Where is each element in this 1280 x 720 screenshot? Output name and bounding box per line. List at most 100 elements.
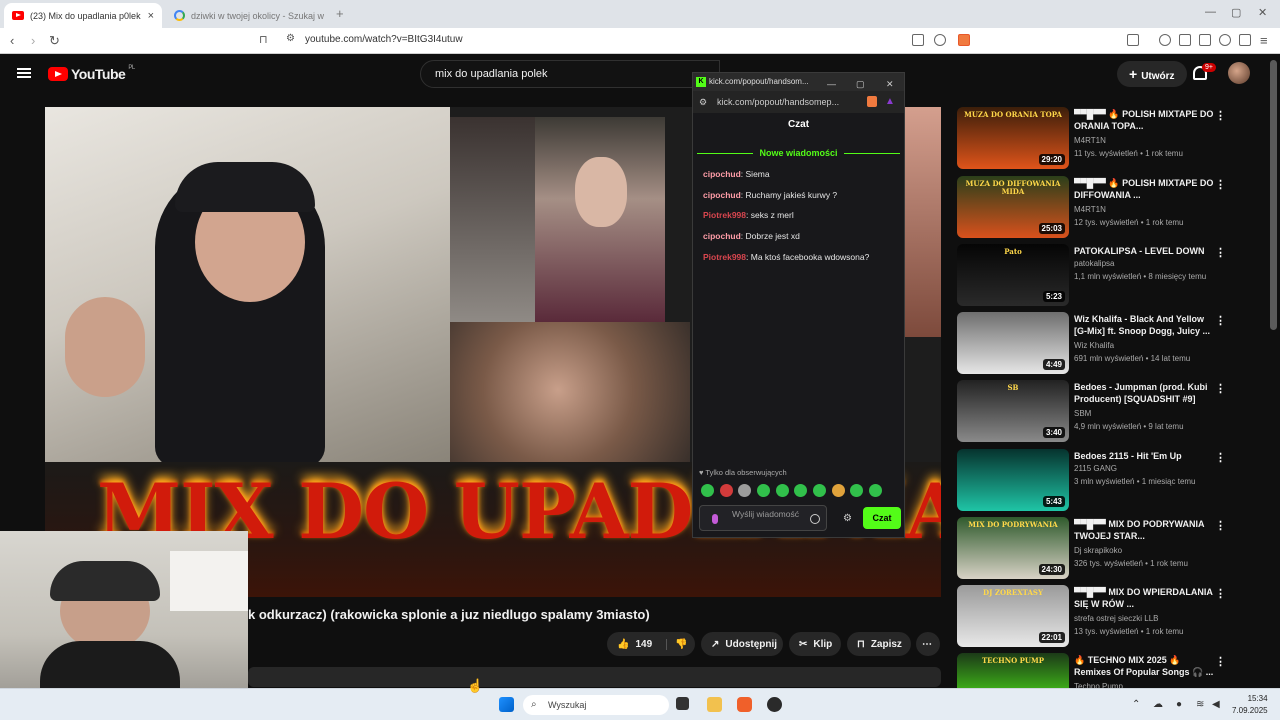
music-icon[interactable] — [1159, 34, 1171, 46]
app-icon[interactable] — [767, 697, 782, 712]
tab-youtube[interactable]: (23) Mix do upadlania p0lek × — [4, 3, 162, 28]
emote-icon[interactable] — [869, 484, 882, 497]
taskbar-search[interactable]: ⌕ Wyszukaj — [523, 695, 669, 715]
video-thumbnail[interactable]: SB 3:40 — [957, 380, 1069, 442]
emote-icon[interactable] — [832, 484, 845, 497]
emote-icon[interactable] — [757, 484, 770, 497]
save-button[interactable]: ⊓ Zapisz — [847, 632, 911, 656]
microphone-icon[interactable]: ● — [1176, 699, 1182, 710]
windows-start-icon[interactable] — [499, 697, 514, 712]
site-settings-icon[interactable]: ⚙ — [699, 91, 707, 113]
recommendation-title[interactable]: Wiz Khalifa - Black And Yellow [G-Mix] f… — [1074, 313, 1214, 337]
recommendation-item[interactable]: DJ ZOREXTASY 22:01 ▀▀█▀▀ MIX DO WPIERDALAN… — [957, 585, 1257, 649]
video-thumbnail[interactable]: MUZA DO ORANIA TOPA 29:20 — [957, 107, 1069, 169]
more-vertical-icon[interactable]: ⋮ — [1215, 519, 1226, 532]
youtube-logo[interactable]: YouTube PL — [48, 65, 135, 82]
recommendation-item[interactable]: Pato 5:23 PATOKALIPSA - LEVEL DOWN patokali… — [957, 244, 1257, 308]
channel-name[interactable]: M4RT1N — [1074, 205, 1106, 214]
emote-icon[interactable] — [776, 484, 789, 497]
video-thumbnail[interactable]: 4:49 — [957, 312, 1069, 374]
recommendation-title[interactable]: ▀▀█▀▀ 🔥 POLISH MIXTAPE DO ORANIA TOPA... — [1074, 108, 1214, 132]
chat-username[interactable]: Piotrek998 — [703, 252, 746, 262]
emote-icon[interactable] — [813, 484, 826, 497]
video-thumbnail[interactable]: DJ ZOREXTASY 22:01 — [957, 585, 1069, 647]
rewards-icon[interactable]: ▲ — [885, 91, 895, 113]
recommendation-item[interactable]: 4:49 Wiz Khalifa - Black And Yellow [G-Mi… — [957, 312, 1257, 376]
more-actions-button[interactable]: ⋯ — [916, 632, 940, 656]
recommendation-item[interactable]: MUZA DO DIFFOWANIA MIDA 25:03 ▀▀█▀▀ 🔥 POLI… — [957, 176, 1257, 240]
tab-google[interactable]: dziwki w twojej okolicy - Szukaj w G... … — [166, 3, 326, 28]
menu-icon[interactable]: ≡ — [1260, 33, 1268, 48]
channel-name[interactable]: Dj skrapikoko — [1074, 546, 1122, 555]
taskbar-clock[interactable]: 15:34 7.09.2025 — [1232, 693, 1268, 717]
onedrive-icon[interactable]: ☁ — [1153, 699, 1163, 710]
description-box[interactable] — [248, 667, 941, 687]
like-dislike-button[interactable]: 👍 149 👎 — [607, 632, 695, 656]
reader-icon[interactable] — [1127, 34, 1139, 46]
page-scrollbar[interactable] — [1270, 60, 1277, 330]
avatar[interactable] — [1228, 62, 1250, 84]
more-vertical-icon[interactable]: ⋮ — [1215, 451, 1226, 464]
minimize-icon[interactable]: — — [1205, 6, 1216, 18]
more-vertical-icon[interactable]: ⋮ — [1215, 178, 1226, 191]
recommendation-item[interactable]: MIX DO PODRYWANIA 24:30 ▀▀█▀▀ MIX DO PODRY… — [957, 517, 1257, 581]
more-vertical-icon[interactable]: ⋮ — [1215, 382, 1226, 395]
chat-username[interactable]: Piotrek998 — [703, 210, 746, 220]
chat-settings-gear-icon[interactable]: ⚙ — [843, 513, 852, 524]
more-vertical-icon[interactable]: ⋮ — [1215, 655, 1226, 668]
video-thumbnail[interactable]: 5:43 — [957, 449, 1069, 511]
emoji-picker-icon[interactable] — [810, 514, 820, 524]
recommendation-title[interactable]: 🔥 TECHNO MIX 2025 🔥 Remixes Of Popular S… — [1074, 654, 1214, 678]
forward-icon[interactable]: › — [31, 33, 35, 48]
sidebar-icon[interactable] — [1179, 34, 1191, 46]
emote-icon[interactable] — [794, 484, 807, 497]
video-thumbnail[interactable]: MUZA DO DIFFOWANIA MIDA 25:03 — [957, 176, 1069, 238]
brave-shield-icon[interactable] — [867, 96, 877, 107]
chat-message-input[interactable]: Wyślij wiadomość — [699, 505, 827, 531]
channel-name[interactable]: SBM — [1074, 409, 1091, 418]
clip-button[interactable]: ✂ Klip — [789, 632, 841, 656]
channel-name[interactable]: strefa ostrej sieczki LLB — [1074, 614, 1158, 623]
chat-username[interactable]: cipochud — [703, 169, 741, 179]
emote-icon[interactable] — [720, 484, 733, 497]
more-vertical-icon[interactable]: ⋮ — [1215, 587, 1226, 600]
emote-icon[interactable] — [738, 484, 751, 497]
chevron-up-icon[interactable]: ⌃ — [1132, 699, 1140, 710]
recommendation-item[interactable]: SB 3:40 Bedoes - Jumpman (prod. Kubi Produ… — [957, 380, 1257, 444]
leo-ai-icon[interactable] — [1219, 34, 1231, 46]
popup-url[interactable]: kick.com/popout/handsomep... — [717, 97, 839, 107]
plus-icon[interactable]: + — [336, 6, 344, 21]
site-settings-icon[interactable]: ⚙ — [286, 33, 295, 44]
more-vertical-icon[interactable]: ⋮ — [1215, 109, 1226, 122]
emote-icon[interactable] — [701, 484, 714, 497]
volume-icon[interactable]: ◀ — [1212, 699, 1220, 710]
bookmark-icon[interactable]: ⊓ — [259, 33, 268, 46]
channel-name[interactable]: 2115 GANG — [1074, 464, 1117, 473]
recommendation-item[interactable]: 5:43 Bedoes 2115 - Hit 'Em Up 2115 GANG 3 m… — [957, 449, 1257, 513]
recommendation-title[interactable]: Bedoes 2115 - Hit 'Em Up — [1074, 450, 1214, 462]
close-tab-icon[interactable]: × — [148, 10, 154, 22]
recommendation-title[interactable]: ▀▀█▀▀ 🔥 POLISH MIXTAPE DO DIFFOWANIA ... — [1074, 177, 1214, 201]
share-icon[interactable] — [934, 34, 946, 46]
task-view-icon[interactable] — [676, 697, 689, 710]
brave-browser-icon[interactable] — [737, 697, 752, 712]
thumbs-down-icon[interactable]: 👎 — [666, 638, 688, 650]
recommendation-item[interactable]: MUZA DO ORANIA TOPA 29:20 ▀▀█▀▀ 🔥 POLISH M… — [957, 107, 1257, 171]
more-vertical-icon[interactable]: ⋮ — [1215, 314, 1226, 327]
recommendation-title[interactable]: ▀▀█▀▀ MIX DO PODRYWANIA TWOJEJ STAR... — [1074, 518, 1214, 542]
emote-icon[interactable] — [850, 484, 863, 497]
search-input[interactable]: mix do upadlania polek — [420, 60, 720, 88]
cast-icon[interactable] — [912, 34, 924, 46]
create-button[interactable]: + Utwórz — [1117, 61, 1187, 87]
recommendation-title[interactable]: PATOKALIPSA - LEVEL DOWN — [1074, 245, 1214, 257]
channel-name[interactable]: patokalipsa — [1074, 259, 1114, 268]
vpn-icon[interactable] — [1239, 34, 1251, 46]
channel-name[interactable]: M4RT1N — [1074, 136, 1106, 145]
more-vertical-icon[interactable]: ⋮ — [1215, 246, 1226, 259]
channel-name[interactable]: Wiz Khalifa — [1074, 341, 1114, 350]
video-thumbnail[interactable]: MIX DO PODRYWANIA 24:30 — [957, 517, 1069, 579]
recommendation-title[interactable]: Bedoes - Jumpman (prod. Kubi Producent) … — [1074, 381, 1214, 405]
wifi-icon[interactable]: ≋ — [1196, 699, 1204, 710]
maximize-icon[interactable]: ▢ — [1231, 6, 1241, 19]
back-icon[interactable]: ‹ — [10, 33, 14, 48]
